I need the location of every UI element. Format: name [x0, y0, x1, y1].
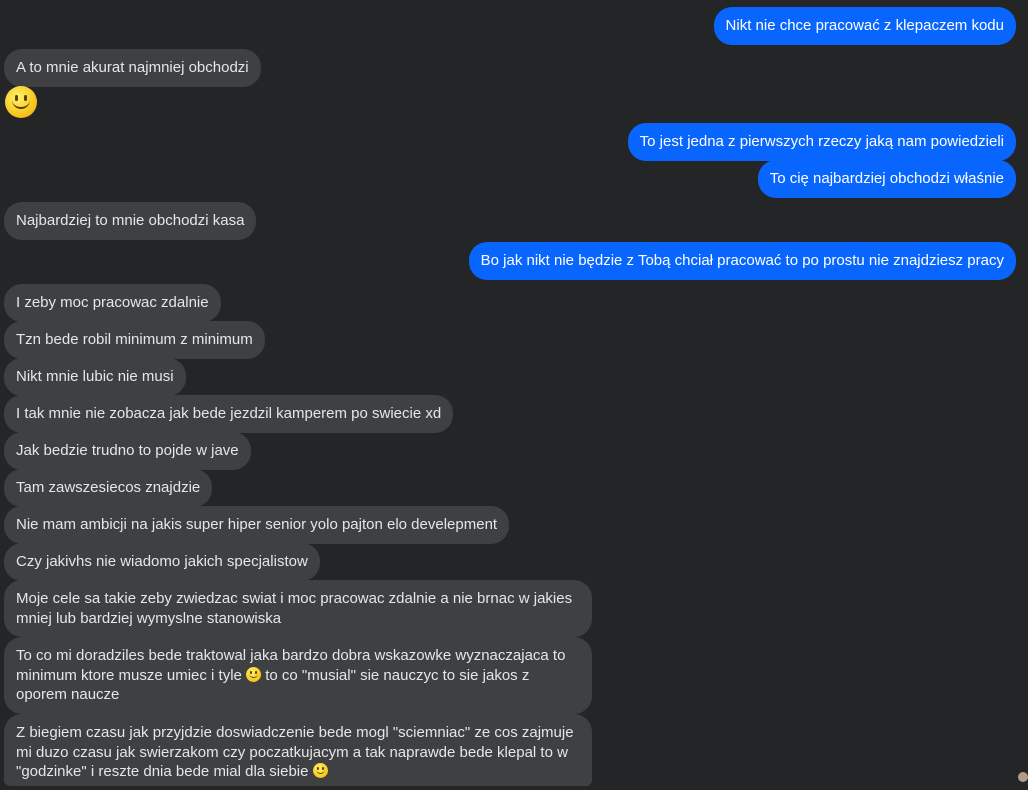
- message-text: I zeby moc pracowac zdalnie: [16, 294, 209, 311]
- message-bubble[interactable]: Czy jakivhs nie wiadomo jakich specjalis…: [4, 543, 320, 581]
- message-text: Moje cele sa takie zeby zwiedzac swiat i…: [16, 590, 573, 627]
- message-bubble[interactable]: Nikt nie chce pracować z klepaczem kodu: [713, 7, 1016, 45]
- message-text: Nie mam ambicji na jakis super hiper sen…: [16, 516, 498, 533]
- message-bubble[interactable]: I tak mnie nie zobacza jak bede jezdzil …: [4, 395, 454, 433]
- smiling-face-emoji-icon: [246, 666, 262, 682]
- message-bubble[interactable]: Nikt mnie lubic nie musi: [4, 358, 186, 396]
- top-edge: [0, 0, 1028, 6]
- read-receipt-avatar: [1018, 772, 1028, 782]
- message-text: To jest jedna z pierwszych rzeczy jaką n…: [639, 133, 1004, 150]
- message-bubble[interactable]: To jest jedna z pierwszych rzeczy jaką n…: [627, 123, 1016, 161]
- message-bubble[interactable]: To cię najbardziej obchodzi właśnie: [757, 160, 1016, 198]
- smiling-face-emoji-icon[interactable]: [5, 86, 37, 118]
- message-bubble[interactable]: Bo jak nikt nie będzie z Tobą chciał pra…: [468, 242, 1016, 280]
- message-bubble[interactable]: Tzn bede robil minimum z minimum: [4, 321, 265, 359]
- message-text: Tzn bede robil minimum z minimum: [16, 331, 253, 348]
- message-bubble[interactable]: Najbardziej to mnie obchodzi kasa: [4, 202, 257, 240]
- message-bubble[interactable]: Nie mam ambicji na jakis super hiper sen…: [4, 506, 510, 544]
- message-bubble[interactable]: To co mi doradziles bede traktowal jaka …: [4, 637, 592, 714]
- message-bubble[interactable]: Z biegiem czasu jak przyjdzie doswiadcze…: [4, 714, 592, 786]
- message-bubble[interactable]: Tam zawszesiecos znajdzie: [4, 469, 213, 507]
- message-text: To cię najbardziej obchodzi właśnie: [769, 170, 1004, 187]
- message-text: Tam zawszesiecos znajdzie: [16, 479, 201, 496]
- message-text: Z biegiem czasu jak przyjdzie doswiadcze…: [16, 724, 574, 780]
- message-text: Czy jakivhs nie wiadomo jakich specjalis…: [16, 553, 308, 570]
- message-text: Bo jak nikt nie będzie z Tobą chciał pra…: [480, 252, 1004, 269]
- message-bubble[interactable]: Jak bedzie trudno to pojde w jave: [4, 432, 251, 470]
- message-text: Nikt mnie lubic nie musi: [16, 368, 174, 385]
- message-bubble[interactable]: A to mnie akurat najmniej obchodzi: [4, 49, 261, 87]
- message-bubble[interactable]: I zeby moc pracowac zdalnie: [4, 284, 221, 322]
- message-text: Najbardziej to mnie obchodzi kasa: [16, 212, 245, 229]
- message-bubble[interactable]: Moje cele sa takie zeby zwiedzac swiat i…: [4, 580, 592, 637]
- smiling-face-emoji-icon: [312, 763, 328, 778]
- chat-thread: Nikt nie chce pracować z klepaczem kodu …: [0, 0, 1028, 790]
- message-text: Jak bedzie trudno to pojde w jave: [16, 442, 239, 459]
- message-text: A to mnie akurat najmniej obchodzi: [16, 59, 249, 76]
- message-text: Nikt nie chce pracować z klepaczem kodu: [725, 17, 1004, 34]
- message-text: I tak mnie nie zobacza jak bede jezdzil …: [16, 405, 442, 422]
